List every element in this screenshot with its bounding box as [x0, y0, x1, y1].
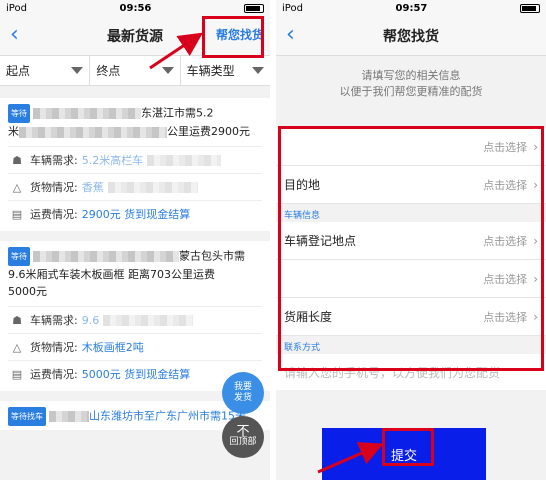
title-line: 9.6米厢式车装木板画框 距离703公里运费 [8, 268, 215, 281]
section-route [276, 108, 546, 128]
clock: 09:57 [395, 2, 428, 14]
truck-icon: ☗ [12, 153, 22, 167]
title-line: 5000元 [8, 285, 47, 298]
row-value: 5000元 货到现金结算 [81, 368, 191, 381]
title-line: 米 [8, 125, 19, 138]
redacted-text [107, 181, 198, 193]
row-label: 货物情况: [30, 181, 78, 194]
right-phone-screen: iPod 09:57 ‹ 帮您找货 请填写您的相关信息 以便于我们帮您更精准的配… [276, 0, 546, 480]
title-line: 东湛江市需5.2 [141, 106, 214, 120]
filter-label: 车辆类型 [186, 64, 235, 78]
redacted-text [19, 126, 167, 138]
battery-icon [519, 3, 540, 13]
title-line: 公里运费2900元 [167, 125, 250, 138]
filter-vehicle-type[interactable]: 车辆类型 [181, 56, 270, 85]
money-icon: ▤ [11, 207, 23, 221]
back-chevron-icon[interactable]: ‹ [10, 24, 19, 46]
hint-line: 请填写您的相关信息 [361, 69, 461, 82]
float-label: 发货 [233, 393, 252, 403]
title-line: 蒙古包头市需 [179, 249, 245, 263]
vehicle-requirement-row: ☗ 车辆需求: 5.2米高栏车 [8, 146, 262, 173]
status-bar: iPod 09:57 [276, 0, 546, 16]
redacted-text [33, 251, 179, 262]
cargo-card[interactable]: 等待 东湛江市需5.2 米 公里运费2900元 ☗ 车辆需求: 5.2米高栏车 △ … [0, 98, 270, 231]
status-bar: iPod 09:56 [0, 0, 270, 16]
filter-origin[interactable]: 起点 [0, 56, 91, 85]
page-title: 帮您找货 [383, 28, 439, 45]
row-label: 货物情况: [30, 341, 78, 354]
row-value: 9.6 [81, 313, 100, 327]
dropdown-triangle-icon [161, 67, 174, 74]
carrier-label: iPod [6, 2, 27, 14]
cargo-title: 等待 东湛江市需5.2 米 公里运费2900元 [8, 104, 262, 140]
row-label: 车辆需求: [30, 314, 78, 327]
highlight-box [278, 126, 544, 371]
row-value: 5.2米高栏车 [81, 154, 144, 167]
row-value: 香蕉 [81, 181, 104, 194]
cargo-title: 等待 蒙古包头市需 9.6米厢式车装木板画框 距离703公里运费 5000元 [8, 247, 262, 300]
status-badge: 等待 [8, 104, 30, 123]
dropdown-triangle-icon [71, 67, 84, 74]
truck-icon: ☗ [12, 313, 22, 327]
filter-label: 终点 [96, 64, 121, 78]
row-label: 运费情况: [30, 368, 78, 381]
money-icon: ▤ [11, 367, 23, 381]
redacted-text [103, 314, 194, 326]
battery-icon [243, 3, 264, 13]
row-value: 2900元 货到现金结算 [81, 208, 191, 221]
form-hint: 请填写您的相关信息 以便于我们帮您更精准的配货 [276, 56, 546, 108]
freight-info-row: ▤ 运费情况: 2900元 货到现金结算 [8, 200, 262, 227]
cargo-icon: △ [12, 180, 22, 194]
row-label: 运费情况: [30, 208, 78, 221]
up-arrow-icon: 不 [236, 424, 250, 439]
cargo-info-row: △ 货物情况: 木板画框2吨 [8, 333, 262, 360]
highlight-box [382, 428, 434, 466]
cargo-card[interactable]: 等待 蒙古包头市需 9.6米厢式车装木板画框 距离703公里运费 5000元 ☗ … [0, 241, 270, 391]
filter-destination[interactable]: 终点 [90, 56, 181, 85]
vehicle-requirement-row: ☗ 车辆需求: 9.6 [8, 306, 262, 333]
redacted-text [49, 411, 89, 422]
cargo-icon: △ [12, 340, 22, 354]
status-badge: 等待找车 [8, 407, 46, 426]
redacted-text [147, 154, 222, 166]
filter-label: 起点 [6, 64, 31, 78]
nav-bar: ‹ 帮您找货 [276, 16, 546, 56]
status-badge: 等待 [8, 247, 30, 266]
back-chevron-icon[interactable]: ‹ [286, 24, 295, 46]
redacted-text [33, 108, 141, 119]
float-label: 回顶部 [229, 437, 257, 447]
row-value: 木板画框2吨 [81, 341, 144, 354]
cargo-info-row: △ 货物情况: 香蕉 [8, 173, 262, 200]
carrier-label: iPod [282, 2, 303, 14]
clock: 09:56 [119, 2, 152, 14]
float-label: 我要 [233, 382, 252, 392]
row-label: 车辆需求: [30, 154, 78, 167]
hint-line: 以便于我们帮您更精准的配货 [339, 85, 483, 98]
cargo-title: 等待找车 山东潍坊市至广东广州市需15米 [8, 407, 262, 426]
dropdown-triangle-icon [251, 67, 264, 74]
left-phone-screen: iPod 09:56 ‹ 最新货源 帮您找货 起点 终点 车辆类型 等待 东湛江市… [0, 0, 270, 480]
filter-bar: 起点 终点 车辆类型 [0, 56, 270, 86]
back-to-top-button[interactable]: 不 回顶部 [222, 416, 264, 458]
post-cargo-button[interactable]: 我要 发货 [222, 372, 264, 414]
highlight-box [202, 16, 264, 58]
title-line: 山东潍坊市至广东广州市需15米 [89, 409, 246, 423]
